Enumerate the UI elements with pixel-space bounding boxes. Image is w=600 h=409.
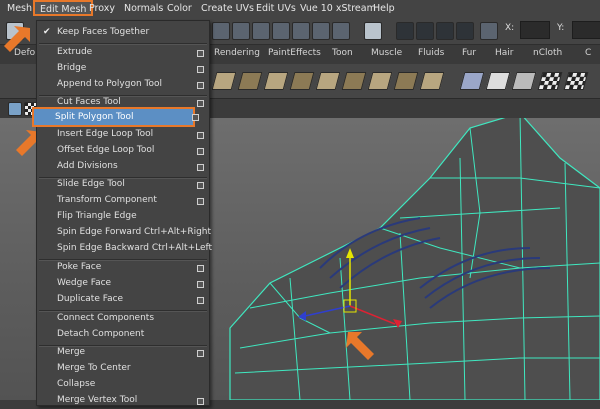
shelf-tab-muscle[interactable]: Muscle [371,48,402,58]
check-icon: ✔ [43,27,51,37]
option-box-icon[interactable] [197,82,204,89]
option-box-icon[interactable] [197,66,204,73]
option-box-icon[interactable] [197,50,204,57]
menu-item-extrude[interactable]: Extrude [37,45,209,61]
menu-item-flip-triangle-edge[interactable]: Flip Triangle Edge [37,209,209,225]
shelf-tab-hair[interactable]: Hair [495,48,513,58]
checker-icon[interactable] [537,69,563,91]
shelf-tab-toon[interactable]: Toon [332,48,353,58]
poly-tool-icon[interactable] [341,69,367,91]
poly-tool-icon[interactable] [263,69,289,91]
poly-tool-icon[interactable] [289,69,315,91]
menu-item-bridge[interactable]: Bridge [37,61,209,77]
shelf-tab-painteffects[interactable]: PaintEffects [268,48,321,58]
menu-item-split-polygon-tool[interactable]: Split Polygon Tool [32,107,199,127]
menu-proxy[interactable]: Proxy [89,3,115,14]
option-box-icon[interactable] [197,398,204,405]
option-box-icon[interactable] [192,114,199,121]
option-box-icon[interactable] [197,297,204,304]
menu-item-wedge-face[interactable]: Wedge Face [37,276,209,292]
menu-edit-mesh[interactable]: Edit Mesh [33,0,94,16]
menu-item-duplicate-face[interactable]: Duplicate Face [37,292,209,308]
option-box-icon[interactable] [197,132,204,139]
poly-tool-icon[interactable] [419,69,445,91]
toolbar-button[interactable] [292,22,310,40]
x-label: X: [505,23,515,33]
menu-item-merge[interactable]: Merge [37,345,209,361]
poly-tool-icon[interactable] [237,69,263,91]
shelf-tab-rendering[interactable]: Rendering [214,48,260,58]
menu-create-uvs[interactable]: Create UVs [201,3,254,14]
option-box-icon[interactable] [197,100,204,107]
option-box-icon[interactable] [197,164,204,171]
pointer-arrow-icon [4,26,40,156]
menu-item-transform-component[interactable]: Transform Component [37,193,209,209]
menu-item-append-to-polygon[interactable]: Append to Polygon Tool [37,77,209,93]
menu-item-merge-to-center[interactable]: Merge To Center [37,361,209,377]
option-box-icon[interactable] [197,265,204,272]
option-box-icon[interactable] [197,350,204,357]
toolbar-button[interactable] [232,22,250,40]
menu-mesh[interactable]: Mesh [7,3,32,14]
render-view-icon[interactable] [396,22,414,40]
menu-help[interactable]: Help [373,3,395,14]
shelf-tab-fur[interactable]: Fur [462,48,476,58]
y-field[interactable] [572,21,600,39]
menu-item-detach-component[interactable]: Detach Component [37,327,209,343]
menu-vue-xstream[interactable]: Vue 10 xStream [300,3,376,14]
menu-item-connect-components[interactable]: Connect Components [37,311,209,327]
option-box-icon[interactable] [197,281,204,288]
toolbar-button[interactable] [272,22,290,40]
poly-tool-icon[interactable] [367,69,393,91]
render-globals-icon[interactable] [456,22,474,40]
poly-tool-icon[interactable] [211,69,237,91]
toolbar-button[interactable] [332,22,350,40]
menu-item-offset-edge-loop[interactable]: Offset Edge Loop Tool [37,143,209,159]
uv-tool-icon[interactable] [511,69,537,91]
menu-item-add-divisions[interactable]: Add Divisions [37,159,209,175]
menu-edit-uvs[interactable]: Edit UVs [256,3,296,14]
poly-tool-icon[interactable] [315,69,341,91]
menu-item-collapse[interactable]: Collapse [37,377,209,393]
render-icon[interactable] [416,22,434,40]
edit-mesh-dropdown: ✔ Keep Faces Together Extrude Bridge App… [36,20,212,409]
menu-item-slide-edge[interactable]: Slide Edge Tool [37,177,209,193]
menu-normals[interactable]: Normals [124,3,163,14]
menu-item-spin-edge-forward[interactable]: Spin Edge Forward Ctrl+Alt+Right [37,225,211,241]
checker-icon[interactable] [563,69,589,91]
menu-item-keep-faces-together[interactable]: ✔ Keep Faces Together [37,25,209,41]
toolbar-button[interactable] [312,22,330,40]
menu-item-spin-edge-backward[interactable]: Spin Edge Backward Ctrl+Alt+Left [37,241,212,257]
ipr-render-icon[interactable] [436,22,454,40]
option-box-icon[interactable] [197,148,204,155]
y-label: Y: [557,23,565,33]
option-box-icon[interactable] [197,182,204,189]
shelf-tab-ncloth[interactable]: nCloth [533,48,562,58]
shelf-tab-fluids[interactable]: Fluids [418,48,444,58]
toolbar-button[interactable] [212,22,230,40]
menu-item-insert-edge-loop[interactable]: Insert Edge Loop Tool [37,127,209,143]
menu-item-merge-vertex-tool[interactable]: Merge Vertex Tool [37,393,209,409]
shelf-tab-custom[interactable]: C [585,48,591,58]
x-field[interactable] [520,21,550,39]
toolbar-button[interactable] [252,22,270,40]
menu-color[interactable]: Color [167,3,192,14]
input-mode-icon[interactable] [480,22,498,40]
menu-item-poke-face[interactable]: Poke Face [37,260,209,276]
poly-tool-icon[interactable] [393,69,419,91]
cone-icon[interactable] [459,69,485,91]
render-settings-icon[interactable] [364,22,382,40]
menu-bar: Mesh Edit Mesh Proxy Normals Color Creat… [0,0,600,19]
option-box-icon[interactable] [197,198,204,205]
uv-tool-icon[interactable] [485,69,511,91]
